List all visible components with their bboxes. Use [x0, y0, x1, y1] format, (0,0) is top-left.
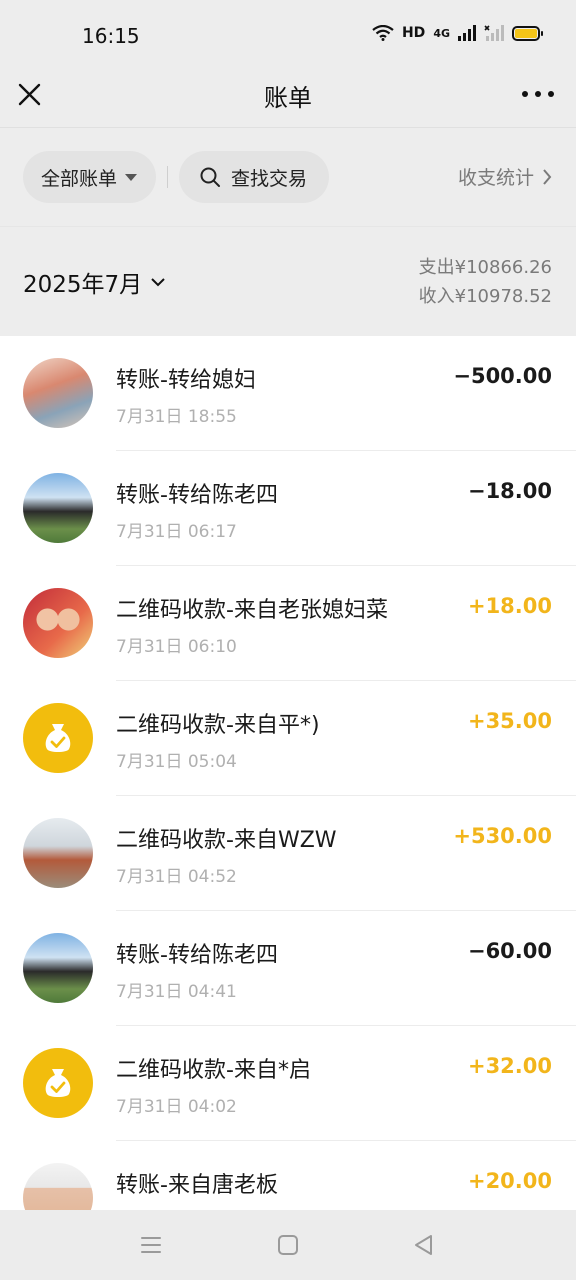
- transaction-amount: +530.00: [453, 824, 552, 848]
- caret-down-icon: [125, 173, 138, 181]
- transaction-amount: +20.00: [467, 1169, 552, 1193]
- money-bag-icon: [23, 703, 93, 773]
- search-transactions-button[interactable]: 查找交易: [179, 151, 329, 203]
- wifi-icon: [372, 25, 394, 41]
- month-picker[interactable]: 2025年7月: [23, 265, 166, 299]
- transaction-time: 7月31日 06:10: [116, 637, 237, 657]
- back-icon[interactable]: [411, 1232, 437, 1258]
- transaction-row[interactable]: 转账-转给陈老四 7月31日 06:17 −18.00: [0, 451, 576, 566]
- all-bills-label: 全部账单: [41, 167, 118, 190]
- transaction-amount: +18.00: [467, 594, 552, 618]
- signal-weak-icon: [484, 25, 504, 41]
- transaction-time: 7月31日 04:41: [116, 982, 237, 1002]
- avatar: [23, 473, 93, 543]
- nav-bar: 账单: [0, 70, 576, 128]
- status-bar: 16:15 HD 4G: [0, 0, 576, 70]
- month-summary-row: 2025年7月 支出¥10866.26 收入¥10978.52: [0, 226, 576, 336]
- chevron-right-icon: [543, 168, 552, 185]
- transaction-title: 转账-转给陈老四: [116, 943, 278, 968]
- transaction-row[interactable]: 转账-转给陈老四 7月31日 04:41 −60.00: [0, 911, 576, 1026]
- income-total: 收入¥10978.52: [418, 286, 552, 307]
- transaction-amount: +35.00: [467, 709, 552, 733]
- expense-total: 支出¥10866.26: [418, 257, 552, 278]
- hd-label: HD: [401, 25, 426, 41]
- dot-icon: [535, 91, 541, 97]
- avatar: [23, 818, 93, 888]
- transaction-row[interactable]: 二维码收款-来自WZW 7月31日 04:52 +530.00: [0, 796, 576, 911]
- home-icon[interactable]: [275, 1232, 301, 1258]
- transaction-amount: +32.00: [467, 1054, 552, 1078]
- status-time: 16:15: [82, 24, 140, 48]
- transaction-amount: −18.00: [467, 479, 552, 503]
- menu-icon[interactable]: [138, 1232, 164, 1258]
- transaction-list: 转账-转给媳妇 7月31日 18:55 −500.00 转账-转给陈老四 7月3…: [0, 336, 576, 1210]
- transaction-title: 二维码收款-来自*启: [116, 1058, 311, 1083]
- divider: [167, 166, 168, 188]
- system-navigation-bar: [0, 1210, 576, 1280]
- avatar: [23, 358, 93, 428]
- all-bills-filter-button[interactable]: 全部账单: [23, 151, 156, 203]
- transaction-row[interactable]: 二维码收款-来自平*) 7月31日 05:04 +35.00: [0, 681, 576, 796]
- search-label: 查找交易: [231, 167, 308, 190]
- dot-icon: [548, 91, 554, 97]
- avatar: [23, 933, 93, 1003]
- transaction-title: 二维码收款-来自老张媳妇菜: [116, 598, 388, 623]
- transaction-title: 二维码收款-来自WZW: [116, 828, 337, 853]
- transaction-title: 转账-转给陈老四: [116, 483, 278, 508]
- dot-icon: [522, 91, 528, 97]
- transaction-title: 转账-转给媳妇: [116, 368, 256, 393]
- more-options-button[interactable]: [522, 78, 554, 110]
- page-title: 账单: [264, 84, 312, 112]
- transaction-time: 7月31日 06:17: [116, 522, 237, 542]
- network-type-label: 4G: [433, 26, 450, 40]
- stats-label: 收支统计: [457, 167, 534, 189]
- transaction-time: 7月31日 18:55: [116, 407, 237, 427]
- avatar: [23, 1163, 93, 1210]
- transaction-title: 转账-来自唐老板: [116, 1173, 278, 1198]
- month-summary: 支出¥10866.26 收入¥10978.52: [419, 253, 552, 311]
- transaction-amount: −500.00: [453, 364, 552, 388]
- avatar: [23, 588, 93, 658]
- transaction-row[interactable]: 二维码收款-来自*启 7月31日 04:02 +32.00: [0, 1026, 576, 1141]
- income-expense-stats-link[interactable]: 收支统计: [458, 163, 552, 190]
- status-icons: HD 4G: [372, 25, 543, 41]
- transaction-time: 7月31日 04:52: [116, 867, 237, 887]
- transaction-time: 7月31日 05:04: [116, 752, 237, 772]
- transaction-amount: −60.00: [467, 939, 552, 963]
- transaction-time: 7月31日 04:02: [116, 1097, 237, 1117]
- transaction-row[interactable]: 转账-来自唐老板 +20.00: [0, 1141, 576, 1210]
- search-icon: [200, 167, 220, 187]
- money-bag-icon: [23, 1048, 93, 1118]
- transaction-title: 二维码收款-来自平*): [116, 713, 320, 738]
- transaction-row[interactable]: 二维码收款-来自老张媳妇菜 7月31日 06:10 +18.00: [0, 566, 576, 681]
- battery-icon: [512, 25, 543, 41]
- filter-row: 全部账单 查找交易 收支统计: [0, 128, 576, 226]
- chevron-down-icon: [151, 278, 165, 287]
- month-label: 2025年7月: [23, 272, 143, 298]
- signal-icon: [458, 25, 476, 41]
- transaction-row[interactable]: 转账-转给媳妇 7月31日 18:55 −500.00: [0, 336, 576, 451]
